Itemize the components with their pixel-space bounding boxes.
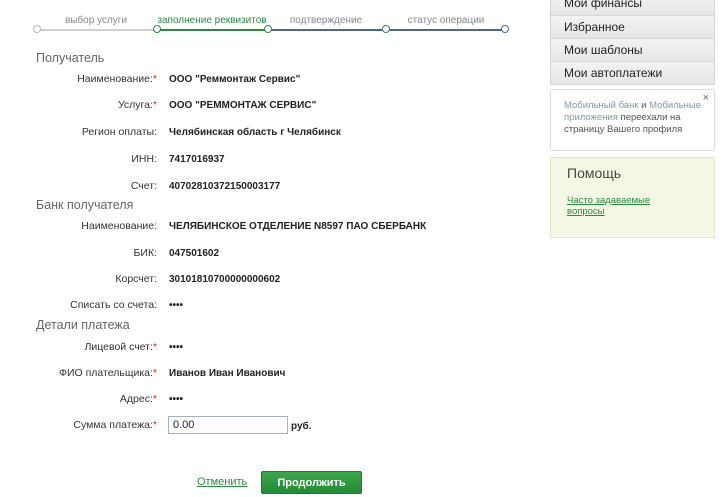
- mobile-bank-link[interactable]: Мобильный банк: [564, 100, 638, 111]
- payer-name-value: Иванов Иван Иванович: [169, 368, 286, 379]
- bik-value: 047501602: [169, 248, 220, 259]
- sidebar-item-my-autopayments[interactable]: Мои автоплатежи: [551, 61, 714, 84]
- personal-account-value: ••••: [169, 342, 184, 353]
- progress-steps: выбор услуги заполнение реквизитов подтв…: [33, 0, 509, 40]
- bik-label: БИК:: [133, 247, 157, 259]
- step-label-confirmation: подтверждение: [289, 15, 363, 26]
- region-value: Челябинская область г Челябинск: [169, 127, 341, 138]
- corr-account-label: Корсчет:: [115, 273, 157, 285]
- step-label-operation-status: статус операции: [407, 15, 485, 26]
- continue-button[interactable]: Продолжить: [261, 471, 362, 494]
- bank-name-value: ЧЕЛЯБИНСКОЕ ОТДЕЛЕНИЕ N8597 ПАО СБЕРБАНК: [169, 221, 427, 232]
- currency-label: руб.: [291, 421, 312, 432]
- bank-name-label: Наименование:: [81, 220, 157, 232]
- service-value: ООО "РЕММОНТАЖ СЕРВИС": [169, 100, 317, 111]
- inn-label: ИНН:: [131, 153, 157, 165]
- step-dot-4: [382, 25, 390, 33]
- cancel-link[interactable]: Отменить: [197, 476, 247, 488]
- close-icon[interactable]: ×: [703, 92, 709, 104]
- address-label: Адрес:*: [119, 393, 157, 405]
- address-value: ••••: [169, 394, 184, 405]
- amount-label: Сумма платежа:*: [73, 419, 157, 431]
- step-label-fill-details: заполнение реквизитов: [157, 15, 267, 26]
- step-dot-3: [264, 25, 272, 33]
- account-value: 40702810372150003177: [169, 181, 281, 192]
- help-title: Помощь: [567, 165, 622, 181]
- step-label-select-service: выбор услуги: [64, 15, 128, 26]
- region-label: Регион оплаты:: [81, 126, 157, 138]
- step-dot-5: [501, 25, 509, 33]
- sidebar-item-my-finances[interactable]: Мои финансы: [551, 0, 714, 15]
- step-line-active: [157, 29, 268, 31]
- personal-account-label: Лицевой счет:*: [84, 341, 158, 353]
- debit-account-label: Списать со счета:: [70, 299, 157, 311]
- recipient-name-label: Наименование:*: [77, 73, 157, 85]
- service-label: Услуга:*: [117, 99, 157, 111]
- recipient-name-value: ООО "Реммонтаж Сервис": [169, 74, 301, 85]
- amount-input[interactable]: [168, 416, 288, 434]
- step-dot-2: [153, 25, 161, 33]
- bank-section-title: Банк получателя: [36, 198, 134, 212]
- sidebar-item-my-templates[interactable]: Мои шаблоны: [551, 38, 714, 61]
- recipient-section-title: Получатель: [36, 51, 105, 65]
- inn-value: 7417016937: [169, 154, 225, 165]
- sidebar-menu: Мои финансы Избранное Мои шаблоны Мои ав…: [550, 0, 715, 85]
- sidebar-item-favorites[interactable]: Избранное: [551, 15, 714, 38]
- help-box: Помощь Часто задаваемые вопросы: [550, 157, 715, 238]
- debit-account-value: ••••: [169, 300, 184, 311]
- notice-box: × Мобильный банк и Мобильные приложения …: [550, 89, 715, 151]
- details-section-title: Детали платежа: [36, 318, 130, 332]
- payer-name-label: ФИО плательщика:*: [59, 367, 157, 379]
- notice-and-text: и: [638, 100, 650, 111]
- faq-link[interactable]: Часто задаваемые вопросы: [567, 195, 662, 217]
- account-label: Счет:: [130, 180, 157, 192]
- step-line-done: [36, 29, 157, 31]
- step-dot-1: [33, 25, 41, 33]
- corr-account-value: 30101810700000000602: [169, 274, 281, 285]
